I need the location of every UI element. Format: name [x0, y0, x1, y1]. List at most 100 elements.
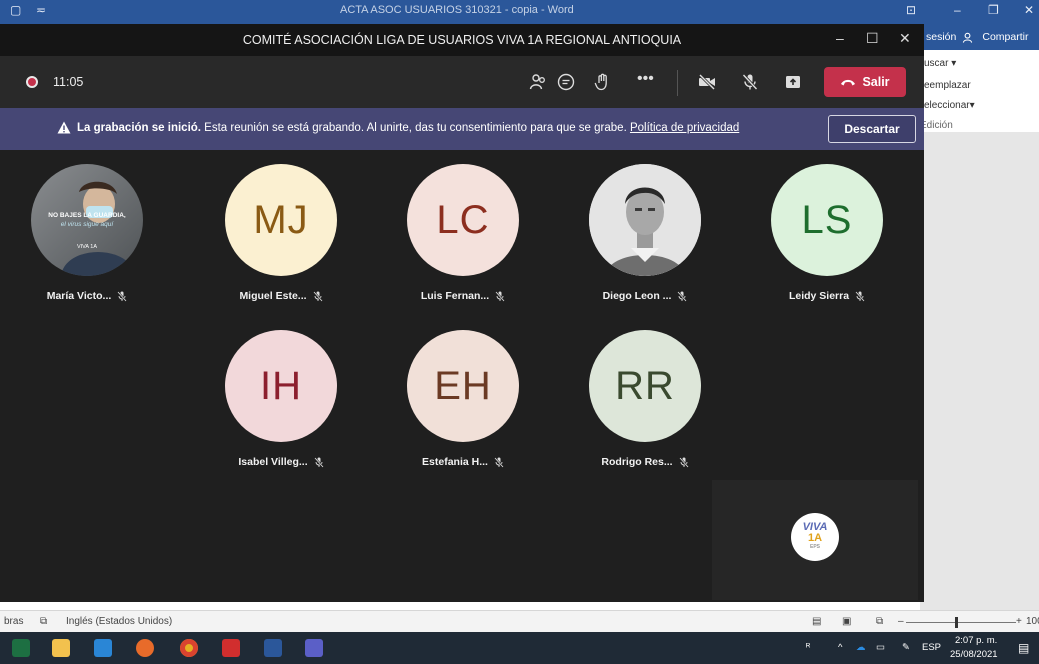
word-icon[interactable] [264, 639, 282, 657]
read-mode-icon[interactable]: ▤ [812, 616, 821, 627]
acrobat-icon[interactable] [222, 639, 240, 657]
participant-tile[interactable]: RR Rodrigo Res... [570, 330, 720, 468]
zoom-in-icon[interactable]: + [1016, 616, 1022, 627]
recording-indicator-icon [26, 76, 38, 88]
mic-off-icon[interactable] [740, 72, 760, 92]
zoom-level[interactable]: 100 [1026, 616, 1039, 627]
muted-mic-icon [678, 456, 689, 468]
language-status[interactable]: Inglés (Estados Unidos) [66, 616, 172, 627]
dismiss-button[interactable]: Descartar [828, 115, 916, 143]
teams-window: COMITÉ ASOCIACIÓN LIGA DE USUARIOS VIVA … [0, 24, 924, 602]
warning-icon [57, 121, 71, 134]
campaign-logo: VIVA 1A [76, 244, 98, 250]
participant-avatar: EH [407, 330, 519, 442]
participant-tile[interactable]: LS Leidy Sierra [752, 164, 902, 302]
network-icon[interactable]: ▭ [876, 642, 885, 653]
participant-avatar: MJ [225, 164, 337, 276]
notifications-icon[interactable]: ▤ [1018, 641, 1029, 655]
participant-tile[interactable]: LC Luis Fernan... [388, 164, 538, 302]
chat-icon[interactable] [556, 72, 576, 92]
muted-mic-icon [495, 290, 505, 302]
participant-name-row: Estefania H... [388, 456, 538, 468]
quick-access-icon[interactable]: ≂ [36, 3, 46, 17]
logo-eps: EPS [809, 544, 820, 550]
camera-off-icon[interactable] [697, 72, 717, 92]
replace-button[interactable]: eemplazar [924, 80, 971, 91]
participant-avatar: LC [407, 164, 519, 276]
meeting-timer: 11:05 [53, 75, 84, 89]
muted-mic-icon [312, 290, 323, 302]
participant-initials: RR [615, 363, 675, 408]
share-button[interactable]: Compartir [962, 31, 1028, 43]
participant-name: Miguel Este... [239, 290, 307, 302]
raise-hand-icon[interactable] [593, 72, 613, 92]
input-language[interactable]: ESP [922, 642, 941, 653]
participant-tile[interactable]: MJ Miguel Este... [206, 164, 356, 302]
muted-mic-icon [677, 290, 688, 302]
zoom-slider[interactable] [906, 622, 1016, 623]
word-status-bar: bras ⧉ Inglés (Estados Unidos) ▤ ▣ ⧉ – +… [0, 610, 1039, 632]
participant-avatar: RR [589, 330, 701, 442]
meeting-control-bar: 11:05 ••• Salir [0, 56, 924, 108]
minimize-icon[interactable]: – [836, 30, 844, 46]
muted-mic-icon [855, 290, 865, 302]
participant-name-row: Rodrigo Res... [570, 456, 720, 468]
excel-icon[interactable] [12, 639, 30, 657]
more-options-icon[interactable]: ••• [637, 70, 657, 90]
tray-chevron-icon[interactable]: ^ [838, 642, 842, 653]
participant-name-row: Luis Fernan... [388, 290, 538, 302]
select-button[interactable]: eleccionar▾ [924, 100, 975, 111]
participants-icon[interactable] [528, 72, 548, 92]
participant-initials: EH [434, 363, 492, 408]
share-screen-icon[interactable] [783, 72, 803, 92]
participant-tile[interactable]: Diego Leon ... [570, 164, 720, 302]
privacy-policy-link[interactable]: Política de privacidad [630, 122, 739, 134]
firefox-icon[interactable] [136, 639, 154, 657]
word-minimize-icon[interactable]: – [954, 3, 961, 17]
participant-avatar: LS [771, 164, 883, 276]
word-close-icon[interactable]: ✕ [1024, 3, 1034, 17]
participant-name-row: Diego Leon ... [570, 290, 720, 302]
participant-name: Diego Leon ... [602, 290, 672, 302]
recording-message-text: Esta reunión se está grabando. Al unirte… [200, 122, 630, 134]
teams-icon[interactable] [305, 639, 323, 657]
participant-avatar: IH [225, 330, 337, 442]
people-icon[interactable]: ᴿ [806, 642, 810, 653]
clock-date[interactable]: 25/08/2021 [950, 649, 998, 660]
signin-link[interactable]: sesión [926, 31, 956, 43]
participant-avatar: NO BAJES LA GUARDIA, el virus sigue aquí V… [31, 164, 143, 276]
participant-name-row: Miguel Este... [206, 290, 356, 302]
recording-message-bold: La grabación se inició. [77, 122, 201, 134]
file-explorer-icon[interactable] [52, 639, 70, 657]
participant-tile[interactable]: NO BAJES LA GUARDIA, el virus sigue aquí V… [12, 164, 162, 302]
maximize-icon[interactable]: ☐ [866, 30, 879, 47]
logo-1a: 1A [807, 532, 823, 544]
participant-initials: LS [801, 197, 853, 242]
leave-button[interactable]: Salir [824, 67, 906, 97]
zoom-out-icon[interactable]: – [898, 616, 904, 627]
select-label: eleccionar [924, 100, 970, 111]
participant-name: Leidy Sierra [788, 290, 850, 302]
chrome-icon[interactable] [180, 639, 198, 657]
mail-icon[interactable] [94, 639, 112, 657]
teams-title-bar: COMITÉ ASOCIACIÓN LIGA DE USUARIOS VIVA … [0, 24, 924, 56]
file-icon[interactable]: ▢ [10, 3, 21, 17]
pen-icon[interactable]: ✎ [902, 642, 910, 653]
proofing-icon[interactable]: ⧉ [40, 616, 47, 627]
word-restore-icon[interactable]: ❐ [988, 3, 999, 17]
onedrive-icon[interactable]: ☁ [856, 642, 866, 653]
close-icon[interactable]: ✕ [899, 30, 911, 47]
participant-initials: MJ [253, 197, 309, 242]
participant-tile[interactable]: IH Isabel Villeg... [206, 330, 356, 468]
zoom-slider-handle[interactable] [955, 617, 958, 628]
word-count[interactable]: bras [4, 616, 23, 627]
print-layout-icon[interactable]: ▣ [842, 616, 851, 627]
clock-time[interactable]: 2:07 p. m. [955, 635, 997, 646]
web-layout-icon[interactable]: ⧉ [876, 616, 883, 627]
taskbar: ᴿ ^ ☁ ▭ ✎ ESP 2:07 p. m. 25/08/2021 ▤ [0, 632, 1039, 664]
participant-avatar [589, 164, 701, 276]
ribbon-display-icon[interactable]: ⊡ [906, 3, 916, 17]
participant-tile[interactable]: EH Estefania H... [388, 330, 538, 468]
participant-initials: IH [260, 363, 302, 408]
find-button[interactable]: uscar ▾ [924, 58, 956, 69]
